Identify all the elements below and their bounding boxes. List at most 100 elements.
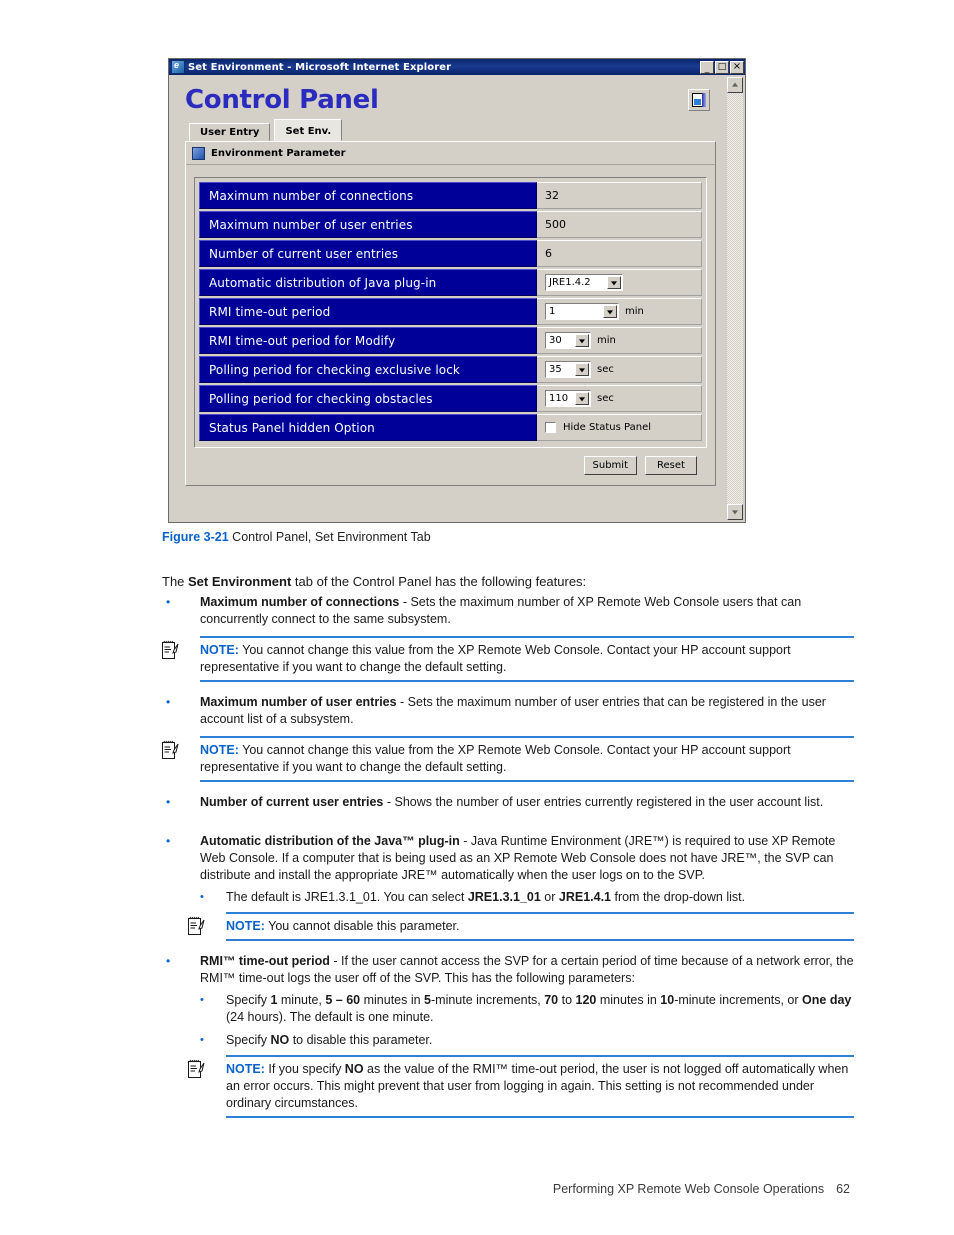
note-block: NOTE: You cannot change this value from …: [162, 736, 854, 782]
row-label: Polling period for checking exclusive lo…: [199, 356, 537, 383]
java-plugin-select[interactable]: JRE1.4.2: [545, 274, 623, 291]
row-value-cell: 32: [537, 182, 702, 209]
tab-bar: User Entry Set Env.: [189, 119, 726, 141]
obstacles-polling-value: 110: [549, 393, 569, 404]
environment-panel: Environment Parameter Maximum number of …: [185, 141, 716, 486]
scroll-up-arrow-icon[interactable]: [727, 77, 743, 93]
bullet-icon: •: [166, 954, 171, 968]
scroll-down-arrow-icon[interactable]: [727, 504, 743, 520]
row-label: Maximum number of connections: [199, 182, 537, 209]
sub-list-item: • Specify 1 minute, 5 – 60 minutes in 5-…: [162, 992, 852, 1026]
note-label: NOTE:: [200, 643, 239, 657]
page-title: Control Panel: [185, 85, 379, 115]
note-clipboard-pencil-icon: [162, 740, 179, 759]
rmi-spec-b2: 5 – 60: [325, 993, 361, 1007]
row-label: RMI time-out period: [199, 298, 537, 325]
row-value-cell: Hide Status Panel: [537, 414, 702, 441]
current-user-entries-value: 6: [545, 247, 552, 260]
list-item: • RMI™ time-out period - If the user can…: [162, 953, 862, 987]
note-clipboard-pencil-icon: [162, 640, 179, 659]
vertical-scrollbar[interactable]: [726, 77, 743, 520]
rmi-spec-p5: to: [558, 993, 576, 1007]
rmi-spec-b4: 70: [544, 993, 559, 1007]
rmi-spec-b3: 5: [424, 993, 431, 1007]
tab-user-entry-label: User Entry: [200, 127, 260, 138]
row-value-cell: 500: [537, 211, 702, 238]
submit-button[interactable]: Submit: [583, 456, 637, 475]
chevron-down-icon[interactable]: [607, 276, 621, 289]
rmi-spec-b5: 120: [575, 993, 597, 1007]
maximize-button[interactable]: □: [715, 60, 729, 74]
hide-status-panel-row[interactable]: Hide Status Panel: [545, 422, 651, 433]
row-value-cell: JRE1.4.2: [537, 269, 702, 296]
note-text: You cannot change this value from the XP…: [200, 643, 791, 674]
bullet-icon: •: [166, 834, 171, 848]
jre-mid: or: [540, 890, 559, 904]
list-item: • Maximum number of connections - Sets t…: [162, 594, 862, 628]
rmi-spec-p8: (24 hours). The default is one minute.: [226, 1010, 434, 1024]
rmi-timeout-modify-select[interactable]: 30: [545, 332, 591, 349]
bullet-icon: •: [200, 891, 204, 903]
rmi-spec-p3: minutes in: [360, 993, 425, 1007]
note-label: NOTE:: [226, 1062, 265, 1076]
jre-option-1: JRE1.3.1_01: [467, 890, 541, 904]
scrollbar-track[interactable]: [727, 93, 743, 504]
rmi-timeout-select-value: 1: [549, 306, 556, 317]
chevron-down-icon[interactable]: [575, 363, 589, 376]
chevron-down-icon[interactable]: [575, 334, 589, 347]
hide-status-panel-checkbox[interactable]: [545, 422, 556, 433]
obstacles-polling-unit: sec: [597, 393, 614, 404]
control-panel-document: Control Panel User Entry Set Env. Enviro…: [171, 77, 726, 520]
row-value-cell: 110 sec: [537, 385, 702, 412]
chevron-down-icon[interactable]: [603, 305, 617, 318]
form-row: Polling period for checking obstacles 11…: [199, 385, 702, 412]
row-label: RMI time-out period for Modify: [199, 327, 537, 354]
note-clipboard-pencil-icon: [188, 916, 205, 935]
sub-list-item: • Specify NO to disable this parameter.: [162, 1032, 852, 1049]
hide-status-panel-label: Hide Status Panel: [563, 422, 651, 433]
minimize-button[interactable]: _: [700, 60, 714, 74]
chevron-down-icon[interactable]: [575, 392, 589, 405]
list-item: • Automatic distribution of the Java™ pl…: [162, 833, 862, 884]
note-block: NOTE: If you specify NO as the value of …: [188, 1055, 854, 1118]
row-label: Status Panel hidden Option: [199, 414, 537, 441]
tab-user-entry[interactable]: User Entry: [189, 123, 271, 141]
bullet-icon: •: [200, 994, 204, 1006]
rmi-spec-p2: minute,: [277, 993, 326, 1007]
note-block: NOTE: You cannot change this value from …: [162, 636, 854, 682]
exclusive-lock-polling-select[interactable]: 35: [545, 361, 591, 378]
rmi-spec-b7: One day: [802, 993, 852, 1007]
form-row: Status Panel hidden Option Hide Status P…: [199, 414, 702, 441]
note-label: NOTE:: [200, 743, 239, 757]
rmi-no-pre: Specify: [226, 1033, 271, 1047]
rmi-timeout-select[interactable]: 1: [545, 303, 619, 320]
ie-icon: [171, 59, 185, 74]
form-actions: Submit Reset: [186, 456, 697, 475]
max-user-entries-value: 500: [545, 218, 566, 231]
jre-default-post: from the drop-down list.: [611, 890, 746, 904]
sub-list-item: • The default is JRE1.3.1_01. You can se…: [162, 889, 852, 906]
term-max-connections: Maximum number of connections: [200, 595, 400, 609]
obstacles-polling-select[interactable]: 110: [545, 390, 591, 407]
close-button[interactable]: ×: [730, 60, 744, 74]
tab-set-env-label: Set Env.: [285, 126, 332, 137]
reset-button[interactable]: Reset: [645, 456, 697, 475]
note4-bold: NO: [344, 1062, 364, 1076]
control-panel-header: Control Panel: [171, 77, 726, 115]
figure-caption: Figure 3-21 Control Panel, Set Environme…: [162, 530, 862, 544]
exit-button[interactable]: [688, 89, 710, 111]
rmi-spec-p6: minutes in: [596, 993, 661, 1007]
form-row: Automatic distribution of Java plug-in J…: [199, 269, 702, 296]
window-body: Control Panel User Entry Set Env. Enviro…: [169, 75, 745, 522]
note-icon: [162, 636, 200, 682]
bullet-icon: •: [166, 595, 171, 609]
jre-option-2: JRE1.4.1: [558, 890, 611, 904]
rmi-no-bold: NO: [270, 1033, 290, 1047]
page-footer: Performing XP Remote Web Console Operati…: [0, 1182, 954, 1196]
bullet-icon: •: [166, 695, 171, 709]
term-current-user-entries: Number of current user entries: [200, 795, 384, 809]
form-row: RMI time-out period 1 min: [199, 298, 702, 325]
java-plugin-select-value: JRE1.4.2: [549, 277, 591, 288]
row-value-cell: 30 min: [537, 327, 702, 354]
tab-set-env[interactable]: Set Env.: [274, 119, 343, 141]
